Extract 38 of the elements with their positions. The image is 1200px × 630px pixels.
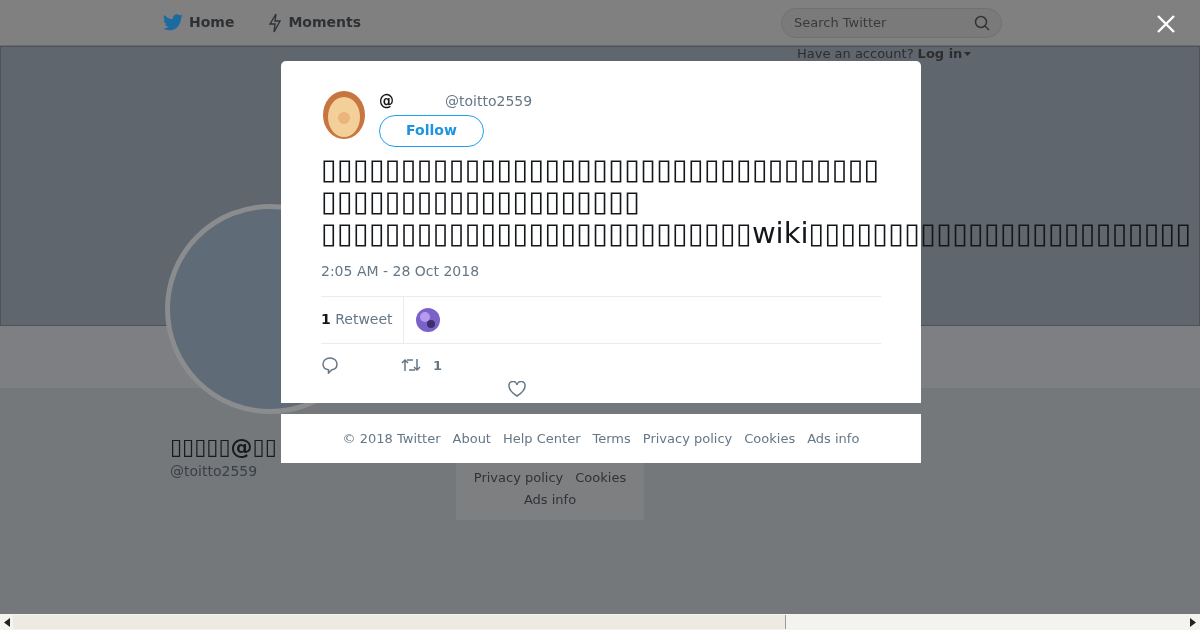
caret-icon	[964, 51, 972, 56]
retweet-icon	[401, 357, 421, 374]
footer-link[interactable]: Ads info	[807, 428, 860, 449]
footer-link[interactable]: Cookies	[744, 428, 796, 449]
footer-link[interactable]: Privacy policy	[473, 468, 564, 488]
footer-link[interactable]: Ads info	[523, 491, 577, 507]
nav-link[interactable]: Home	[163, 12, 235, 33]
search-field[interactable]: Search Twitter	[781, 7, 1002, 38]
footer-link[interactable]: Terms	[592, 428, 631, 449]
scrollbar-thumb[interactable]	[13, 615, 786, 629]
nav-link[interactable]: Moments	[268, 12, 362, 33]
user-name: @	[379, 91, 395, 112]
profile-name: ▯▯▯▯▯@▯▯	[170, 433, 277, 461]
bird-icon	[163, 14, 183, 31]
close-icon	[1156, 14, 1176, 34]
reply-button[interactable]	[321, 356, 339, 375]
footer-link[interactable]: Help Center	[502, 428, 581, 449]
heart-icon	[508, 381, 526, 397]
account-prompt: Have an account?	[797, 45, 914, 63]
scroll-right-icon[interactable]	[1190, 617, 1197, 627]
copyright-text: © 2018 Twitter	[342, 429, 441, 448]
footer-link[interactable]: Privacy policy	[642, 428, 733, 449]
user-handle: @toitto2559	[445, 92, 533, 111]
like-button[interactable]	[508, 381, 526, 397]
scroll-left-icon[interactable]	[3, 617, 10, 627]
user-avatar	[321, 90, 367, 140]
login-link[interactable]: Log in	[917, 44, 972, 64]
bolt-icon	[268, 12, 283, 33]
footer-link[interactable]: About	[452, 428, 491, 449]
scrollbar[interactable]	[0, 614, 1200, 630]
retweet-button[interactable]: 1	[401, 355, 443, 375]
footer-link[interactable]: Cookies	[575, 468, 627, 488]
profile-handle: @toitto2559	[170, 462, 259, 481]
tweet-timestamp: 2:05 AM - 28 Oct 2018	[321, 261, 481, 281]
retweeter-avatar[interactable]	[415, 307, 440, 332]
search-icon	[974, 14, 990, 31]
retweet-count[interactable]: 1 Retweet	[321, 309, 393, 330]
reply-icon	[321, 356, 339, 375]
